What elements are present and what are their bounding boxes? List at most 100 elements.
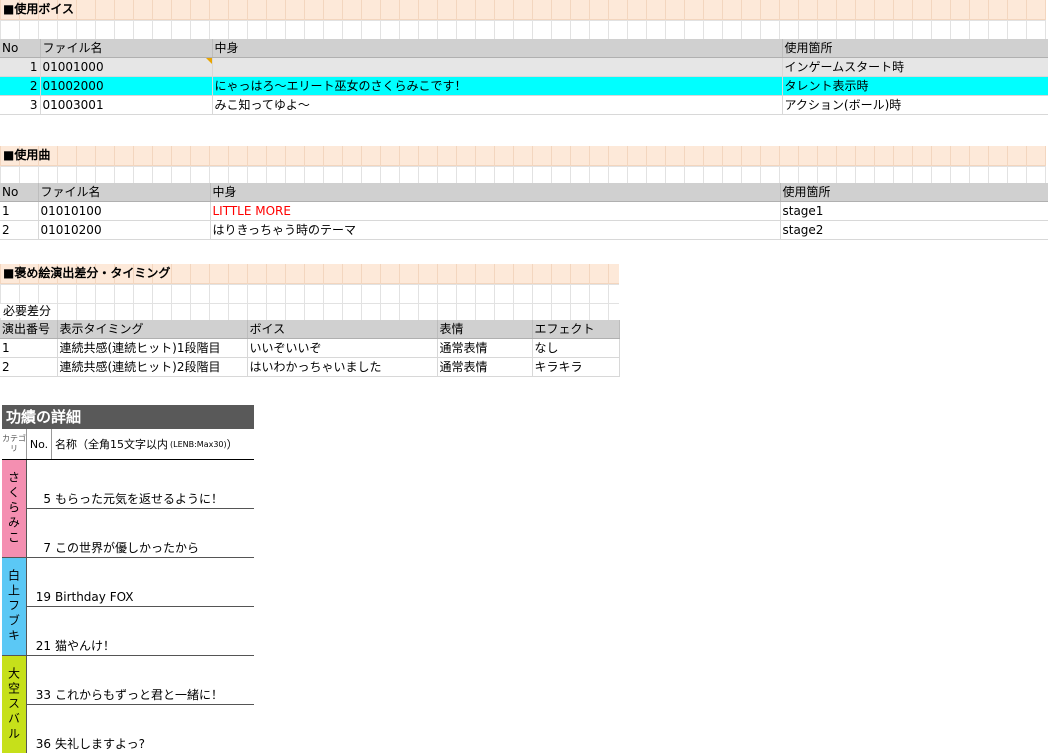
blank-row (0, 20, 1046, 39)
row-no[interactable]: 1 (0, 338, 58, 358)
row-file[interactable]: 01010100 (38, 201, 211, 221)
achievements-header: カテゴリ No. 名称（全角15文字以内 (LENB:Max30) ） (2, 429, 254, 460)
name-header-limit: (LENB:Max30) (170, 439, 227, 449)
praise-table: 演出番号 表示タイミング ボイス 表情 エフェクト 1 連続共感(連続ヒット)1… (0, 320, 620, 377)
achievement-name: この世界が優しかったから (55, 541, 200, 555)
row-timing[interactable]: 連続共感(連続ヒット)1段階目 (57, 338, 248, 358)
achievement-row[interactable]: 19 Birthday FOX (27, 558, 254, 607)
row-effect[interactable]: キラキラ (532, 357, 620, 377)
row-no[interactable]: 2 (0, 220, 39, 240)
achievement-no: 21 (35, 639, 51, 653)
achievement-row[interactable]: 33 これからもずっと君と一緒に！ (27, 656, 254, 705)
achievement-no: 36 (35, 737, 51, 751)
row-content[interactable]: にゃっはろ～エリート巫女のさくらみこです！ (212, 76, 783, 96)
table-row[interactable]: 1 01001000 インゲームスタート時 (0, 57, 1048, 77)
music-section-title: ■使用曲 (3, 148, 51, 162)
row-voice[interactable]: はいわかっちゃいました (247, 357, 438, 377)
praise-table-header: 演出番号 表示タイミング ボイス 表情 エフェクト (0, 320, 620, 339)
achievement-name: Birthday FOX (55, 590, 134, 604)
row-timing[interactable]: 連続共感(連続ヒット)2段階目 (57, 357, 248, 377)
comment-indicator-icon[interactable] (205, 58, 211, 64)
row-usage[interactable]: インゲームスタート時 (782, 57, 1048, 77)
row-content[interactable] (212, 57, 783, 77)
achievement-name: これからもずっと君と一緒に！ (55, 688, 224, 702)
row-content[interactable]: はりきっちゃう時のテーマ (210, 220, 781, 240)
col-header-timing: 表示タイミング (57, 320, 248, 339)
achievement-name: もらった元気を返せるように！ (55, 492, 224, 506)
row-file[interactable]: 01001000 (40, 57, 213, 77)
row-content[interactable]: LITTLE MORE (210, 201, 781, 221)
col-header-no: 演出番号 (0, 320, 58, 339)
col-header-content: 中身 (212, 39, 783, 58)
row-file[interactable]: 01003001 (40, 95, 213, 115)
table-row-selected[interactable]: 2 01002000 にゃっはろ～エリート巫女のさくらみこです！ タレント表示時 (0, 76, 1048, 96)
col-header-usage: 使用箇所 (780, 183, 1048, 202)
row-effect[interactable]: なし (532, 338, 620, 358)
achievement-items: 5 もらった元気を返せるように！ 7 この世界が優しかったから (27, 460, 254, 557)
row-voice[interactable]: いいぞいいぞ (247, 338, 438, 358)
row-file[interactable]: 01010200 (38, 220, 211, 240)
praise-section-header: ■褒め絵演出差分・タイミング (0, 264, 619, 284)
col-header-usage: 使用箇所 (782, 39, 1048, 58)
voice-table-header: No ファイル名 中身 使用箇所 (0, 39, 1048, 58)
row-no[interactable]: 2 (0, 76, 41, 96)
achievement-group-subaru: 大空スバル 33 これからもずっと君と一緒に！ 36 失礼しますよっ? (2, 656, 254, 753)
achievement-name: 失礼しますよっ? (55, 737, 146, 751)
category-cell-subaru: 大空スバル (2, 656, 27, 753)
row-file-text: 01001000 (42, 60, 104, 74)
row-no[interactable]: 2 (0, 357, 58, 377)
achievement-row[interactable]: 21 猫やんけ！ (27, 607, 254, 655)
table-row[interactable]: 3 01003001 みこ知ってゆよ～ アクション(ボール)時 (0, 95, 1048, 115)
row-face[interactable]: 通常表情 (437, 357, 533, 377)
note-row: 必要差分 (0, 303, 619, 320)
row-usage[interactable]: stage1 (780, 201, 1048, 221)
achievement-no: 7 (43, 541, 51, 555)
row-usage[interactable]: アクション(ボール)時 (782, 95, 1048, 115)
achievement-no: 5 (43, 492, 51, 506)
music-table-header: No ファイル名 中身 使用箇所 (0, 183, 1048, 202)
row-content[interactable]: みこ知ってゆよ～ (212, 95, 783, 115)
voice-section-header: ■使用ボイス (0, 0, 1046, 20)
col-header-name: 名称（全角15文字以内 (LENB:Max30) ） (52, 429, 254, 459)
achievement-items: 19 Birthday FOX 21 猫やんけ！ (27, 558, 254, 655)
col-header-no: No (0, 39, 41, 58)
achievement-name: 猫やんけ！ (55, 639, 116, 653)
achievement-items: 33 これからもずっと君と一緒に！ 36 失礼しますよっ? (27, 656, 254, 753)
table-row[interactable]: 1 01010100 LITTLE MORE stage1 (0, 201, 1048, 221)
col-header-file: ファイル名 (40, 39, 213, 58)
col-header-no: No. (27, 429, 52, 459)
row-usage[interactable]: stage2 (780, 220, 1048, 240)
achievements-title: 功績の詳細 (2, 405, 254, 429)
achievement-no: 19 (35, 590, 51, 604)
name-header-text: 名称（全角15文字以内 (55, 438, 168, 451)
achievement-row[interactable]: 5 もらった元気を返せるように！ (27, 460, 254, 509)
col-header-no: No (0, 183, 39, 202)
row-no[interactable]: 3 (0, 95, 41, 115)
table-row[interactable]: 1 連続共感(連続ヒット)1段階目 いいぞいいぞ 通常表情 なし (0, 338, 620, 358)
praise-section-title: ■褒め絵演出差分・タイミング (3, 266, 171, 280)
achievement-no: 33 (35, 688, 51, 702)
music-table: No ファイル名 中身 使用箇所 1 01010100 LITTLE MORE … (0, 183, 1048, 240)
row-file[interactable]: 01002000 (40, 76, 213, 96)
row-no[interactable]: 1 (0, 57, 41, 77)
row-usage[interactable]: タレント表示時 (782, 76, 1048, 96)
category-cell-fubuki: 白上フブキ (2, 558, 27, 655)
table-row[interactable]: 2 連続共感(連続ヒット)2段階目 はいわかっちゃいました 通常表情 キラキラ (0, 357, 620, 377)
music-section-header: ■使用曲 (0, 146, 1046, 166)
achievement-row[interactable]: 7 この世界が優しかったから (27, 509, 254, 557)
category-cell-sakura: さくらみこ (2, 460, 27, 557)
col-header-face: 表情 (437, 320, 533, 339)
col-header-effect: エフェクト (532, 320, 620, 339)
achievements-panel: 功績の詳細 カテゴリ No. 名称（全角15文字以内 (LENB:Max30) … (2, 405, 254, 753)
row-no[interactable]: 1 (0, 201, 39, 221)
required-diff-label: 必要差分 (0, 304, 52, 318)
col-header-category: カテゴリ (2, 429, 27, 459)
achievement-row[interactable]: 36 失礼しますよっ? (27, 705, 254, 753)
row-face[interactable]: 通常表情 (437, 338, 533, 358)
table-row[interactable]: 2 01010200 はりきっちゃう時のテーマ stage2 (0, 220, 1048, 240)
achievement-group-fubuki: 白上フブキ 19 Birthday FOX 21 猫やんけ！ (2, 558, 254, 656)
col-header-file: ファイル名 (38, 183, 211, 202)
blank-row (0, 284, 619, 303)
voice-table: No ファイル名 中身 使用箇所 1 01001000 インゲームスタート時 2… (0, 39, 1048, 115)
voice-section-title: ■使用ボイス (3, 2, 74, 16)
